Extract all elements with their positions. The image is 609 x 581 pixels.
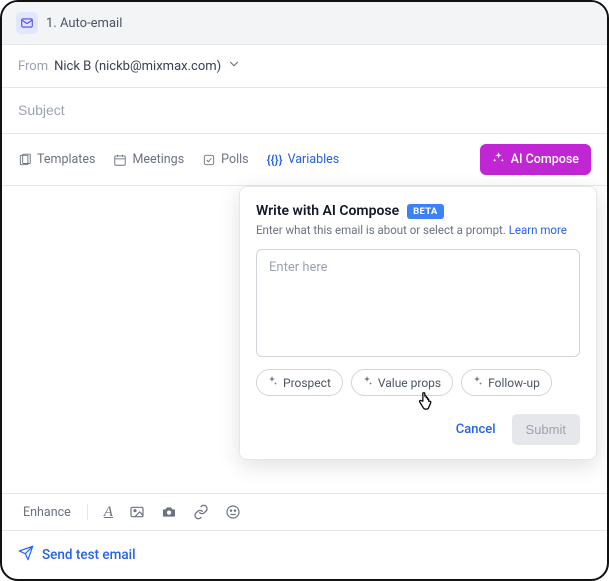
polls-button[interactable]: Polls [202, 152, 248, 167]
text-format-icon[interactable]: A [104, 505, 113, 520]
subject-row [2, 88, 607, 134]
email-body-area[interactable]: Write with AI Compose BETA Enter what th… [2, 186, 607, 493]
ai-compose-button[interactable]: AI Compose [480, 144, 591, 175]
learn-more-link[interactable]: Learn more [509, 223, 567, 237]
compose-window: 1. Auto-email From Nick B (nickb@mixmax.… [0, 0, 609, 581]
from-label: From [18, 59, 48, 74]
from-value: Nick B (nickb@mixmax.com) [54, 59, 221, 74]
popover-subtitle: Enter what this email is about or select… [256, 223, 580, 237]
camera-icon[interactable] [161, 504, 177, 520]
link-icon[interactable] [193, 504, 209, 520]
chip-value-props[interactable]: Value props [351, 369, 453, 396]
subject-input[interactable] [18, 102, 591, 118]
ai-compose-popover: Write with AI Compose BETA Enter what th… [239, 186, 597, 460]
mail-icon [16, 12, 38, 34]
meetings-label: Meetings [132, 152, 184, 167]
divider [87, 504, 88, 520]
chip-follow-up[interactable]: Follow-up [461, 369, 552, 396]
chevron-down-icon [227, 57, 241, 75]
prompt-textarea[interactable] [269, 260, 567, 346]
ai-compose-label: AI Compose [511, 152, 579, 167]
cancel-button[interactable]: Cancel [450, 416, 502, 443]
chips-row: Prospect Value props Follow-up [256, 369, 580, 396]
prompt-box [256, 249, 580, 357]
emoji-icon[interactable] [225, 504, 241, 520]
popover-title: Write with AI Compose [256, 203, 399, 219]
sparkle-icon [266, 375, 278, 390]
stage-title: 1. Auto-email [46, 16, 122, 31]
beta-badge: BETA [407, 204, 443, 219]
meetings-button[interactable]: Meetings [113, 152, 184, 167]
polls-label: Polls [221, 152, 248, 167]
sparkle-icon [361, 375, 373, 390]
stage-header: 1. Auto-email [2, 2, 607, 45]
submit-button[interactable]: Submit [512, 414, 580, 445]
send-icon [18, 545, 34, 565]
sparkle-icon [492, 151, 505, 168]
braces-icon: {{}} [267, 153, 283, 167]
chip-prospect[interactable]: Prospect [256, 369, 343, 396]
sparkle-icon [471, 375, 483, 390]
from-row[interactable]: From Nick B (nickb@mixmax.com) [2, 45, 607, 88]
templates-label: Templates [37, 152, 95, 167]
image-icon[interactable] [129, 504, 145, 520]
popover-actions: Cancel Submit [256, 414, 580, 445]
variables-label: Variables [288, 152, 340, 167]
templates-button[interactable]: Templates [18, 152, 95, 167]
send-test-row: Send test email [2, 530, 607, 579]
send-test-email-link[interactable]: Send test email [42, 547, 136, 563]
format-toolbar: Enhance A [2, 493, 607, 530]
variables-button[interactable]: {{}} Variables [267, 152, 340, 167]
enhance-button[interactable]: Enhance [18, 505, 71, 520]
compose-toolbar: Templates Meetings Polls {{}} Variables … [2, 134, 607, 186]
